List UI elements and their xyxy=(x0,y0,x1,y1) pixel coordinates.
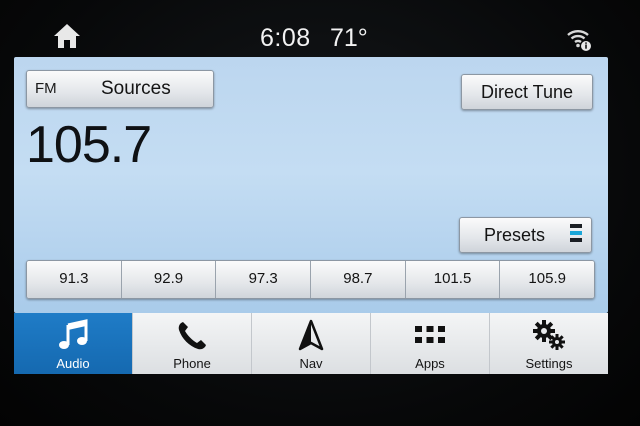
wifi-info-icon[interactable] xyxy=(566,26,592,52)
nav-audio[interactable]: Audio xyxy=(14,313,133,374)
nav-apps-label: Apps xyxy=(415,356,445,371)
bottom-nav-bar: Audio Phone Nav Apps Settings xyxy=(14,313,608,374)
presets-button[interactable]: Presets xyxy=(459,217,592,253)
preset-button-5[interactable]: 101.5 xyxy=(405,261,501,298)
home-icon[interactable] xyxy=(52,22,82,50)
sources-button[interactable]: FM Sources xyxy=(26,70,214,108)
preset-button-2[interactable]: 92.9 xyxy=(121,261,217,298)
nav-settings[interactable]: Settings xyxy=(490,313,608,374)
nav-navigation-label: Nav xyxy=(299,356,323,371)
radio-screen: FM Sources Direct Tune 105.7 Presets 91.… xyxy=(14,57,608,313)
navigation-arrow-icon xyxy=(298,319,324,351)
nav-navigation[interactable]: Nav xyxy=(252,313,371,374)
preset-button-1[interactable]: 91.3 xyxy=(27,261,122,298)
preset-button-6[interactable]: 105.9 xyxy=(500,261,594,298)
current-frequency: 105.7 xyxy=(26,116,152,174)
sources-label: Sources xyxy=(101,78,171,99)
nav-apps[interactable]: Apps xyxy=(371,313,490,374)
outside-temperature: 71° xyxy=(330,24,368,52)
preset-button-4[interactable]: 98.7 xyxy=(311,261,406,298)
nav-audio-label: Audio xyxy=(56,356,90,371)
direct-tune-button[interactable]: Direct Tune xyxy=(461,74,593,110)
phone-icon xyxy=(178,322,206,350)
nav-phone-label: Phone xyxy=(173,356,211,371)
music-note-icon xyxy=(59,319,88,349)
apps-grid-icon xyxy=(415,326,445,343)
preset-page-indicator-icon xyxy=(570,224,582,248)
status-bar: 6:08 71° xyxy=(14,14,608,60)
clock: 6:08 xyxy=(260,24,311,52)
nav-settings-label: Settings xyxy=(525,356,573,371)
direct-tune-label: Direct Tune xyxy=(480,82,574,102)
band-label: FM xyxy=(35,80,57,97)
gears-icon xyxy=(533,320,565,350)
preset-button-3[interactable]: 97.3 xyxy=(216,261,312,298)
nav-phone[interactable]: Phone xyxy=(133,313,252,374)
presets-label: Presets xyxy=(484,225,546,245)
preset-bar: 91.3 92.9 97.3 98.7 101.5 105.9 xyxy=(26,260,595,299)
